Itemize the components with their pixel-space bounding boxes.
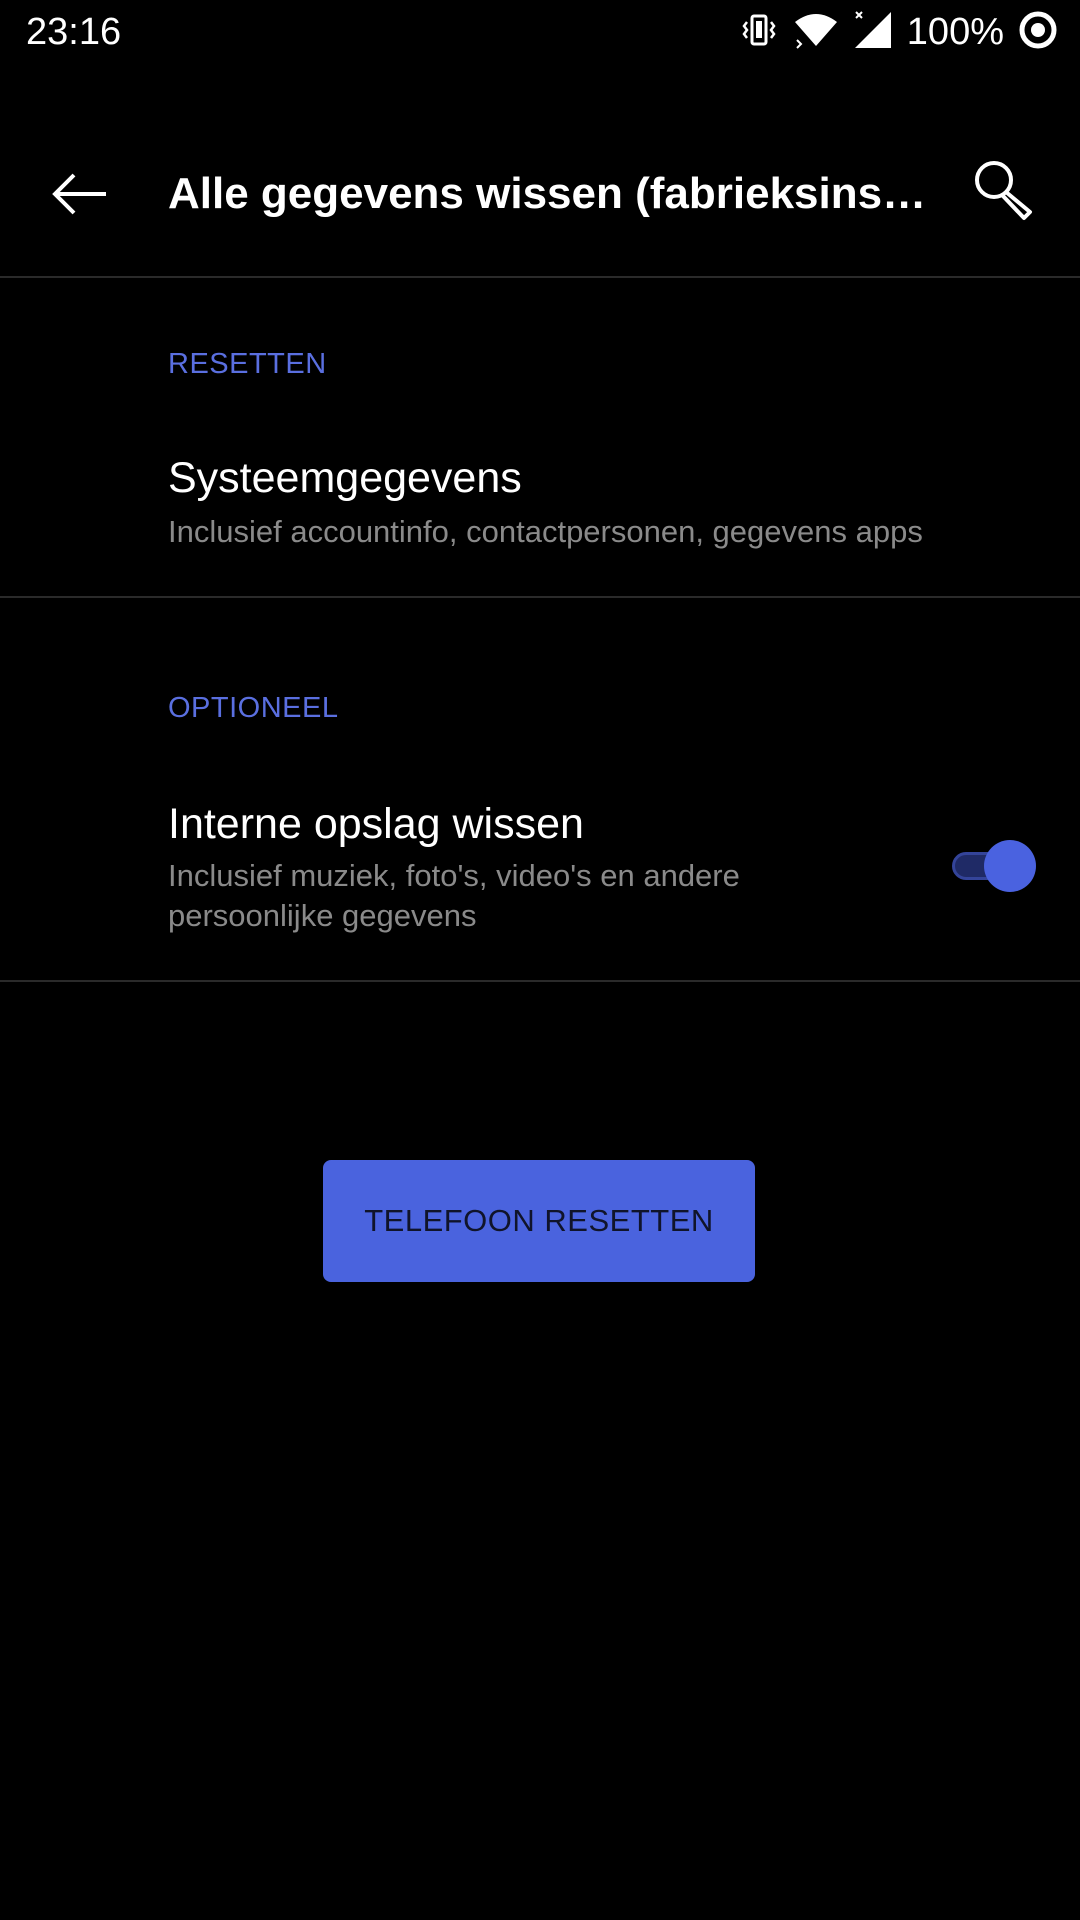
- app-bar: Alle gegevens wissen (fabrieksins…: [0, 120, 1080, 276]
- toggle-thumb: [984, 840, 1036, 892]
- search-icon: [972, 158, 1036, 227]
- pref-summary-line2: persoonlijke gegevens: [168, 898, 477, 933]
- battery-icon: [1018, 10, 1058, 55]
- section-header-optional: OPTIONEEL: [168, 692, 339, 724]
- wifi-icon: [793, 10, 839, 55]
- divider: [0, 980, 1080, 982]
- status-icons: 100%: [739, 10, 1058, 55]
- status-time: 23:16: [26, 11, 122, 53]
- battery-percent: 100%: [906, 11, 1004, 53]
- vibrate-icon: [739, 10, 779, 55]
- status-bar: 23:16 100%: [0, 0, 1080, 64]
- back-button[interactable]: [40, 156, 120, 236]
- section-header-reset: RESETTEN: [168, 348, 327, 380]
- divider: [0, 596, 1080, 598]
- signal-icon: [853, 10, 893, 55]
- reset-phone-button[interactable]: TELEFOON RESETTEN: [323, 1160, 755, 1282]
- system-data-item[interactable]: Systeemgegevens Inclusief accountinfo, c…: [0, 440, 1080, 596]
- wipe-storage-toggle[interactable]: [948, 838, 1038, 892]
- pref-title: Interne opslag wissen: [168, 800, 584, 848]
- reset-button-label: TELEFOON RESETTEN: [364, 1203, 714, 1238]
- pref-summary: Inclusief accountinfo, contactpersonen, …: [168, 514, 923, 549]
- pref-title: Systeemgegevens: [168, 454, 522, 502]
- pref-summary-line1: Inclusief muziek, foto's, video's en and…: [168, 858, 740, 893]
- page-title: Alle gegevens wissen (fabrieksins…: [168, 169, 927, 218]
- wipe-internal-storage-item[interactable]: Interne opslag wissen Inclusief muziek, …: [0, 786, 1080, 980]
- arrow-back-icon: [50, 172, 110, 221]
- search-button[interactable]: [964, 152, 1044, 232]
- divider: [0, 276, 1080, 278]
